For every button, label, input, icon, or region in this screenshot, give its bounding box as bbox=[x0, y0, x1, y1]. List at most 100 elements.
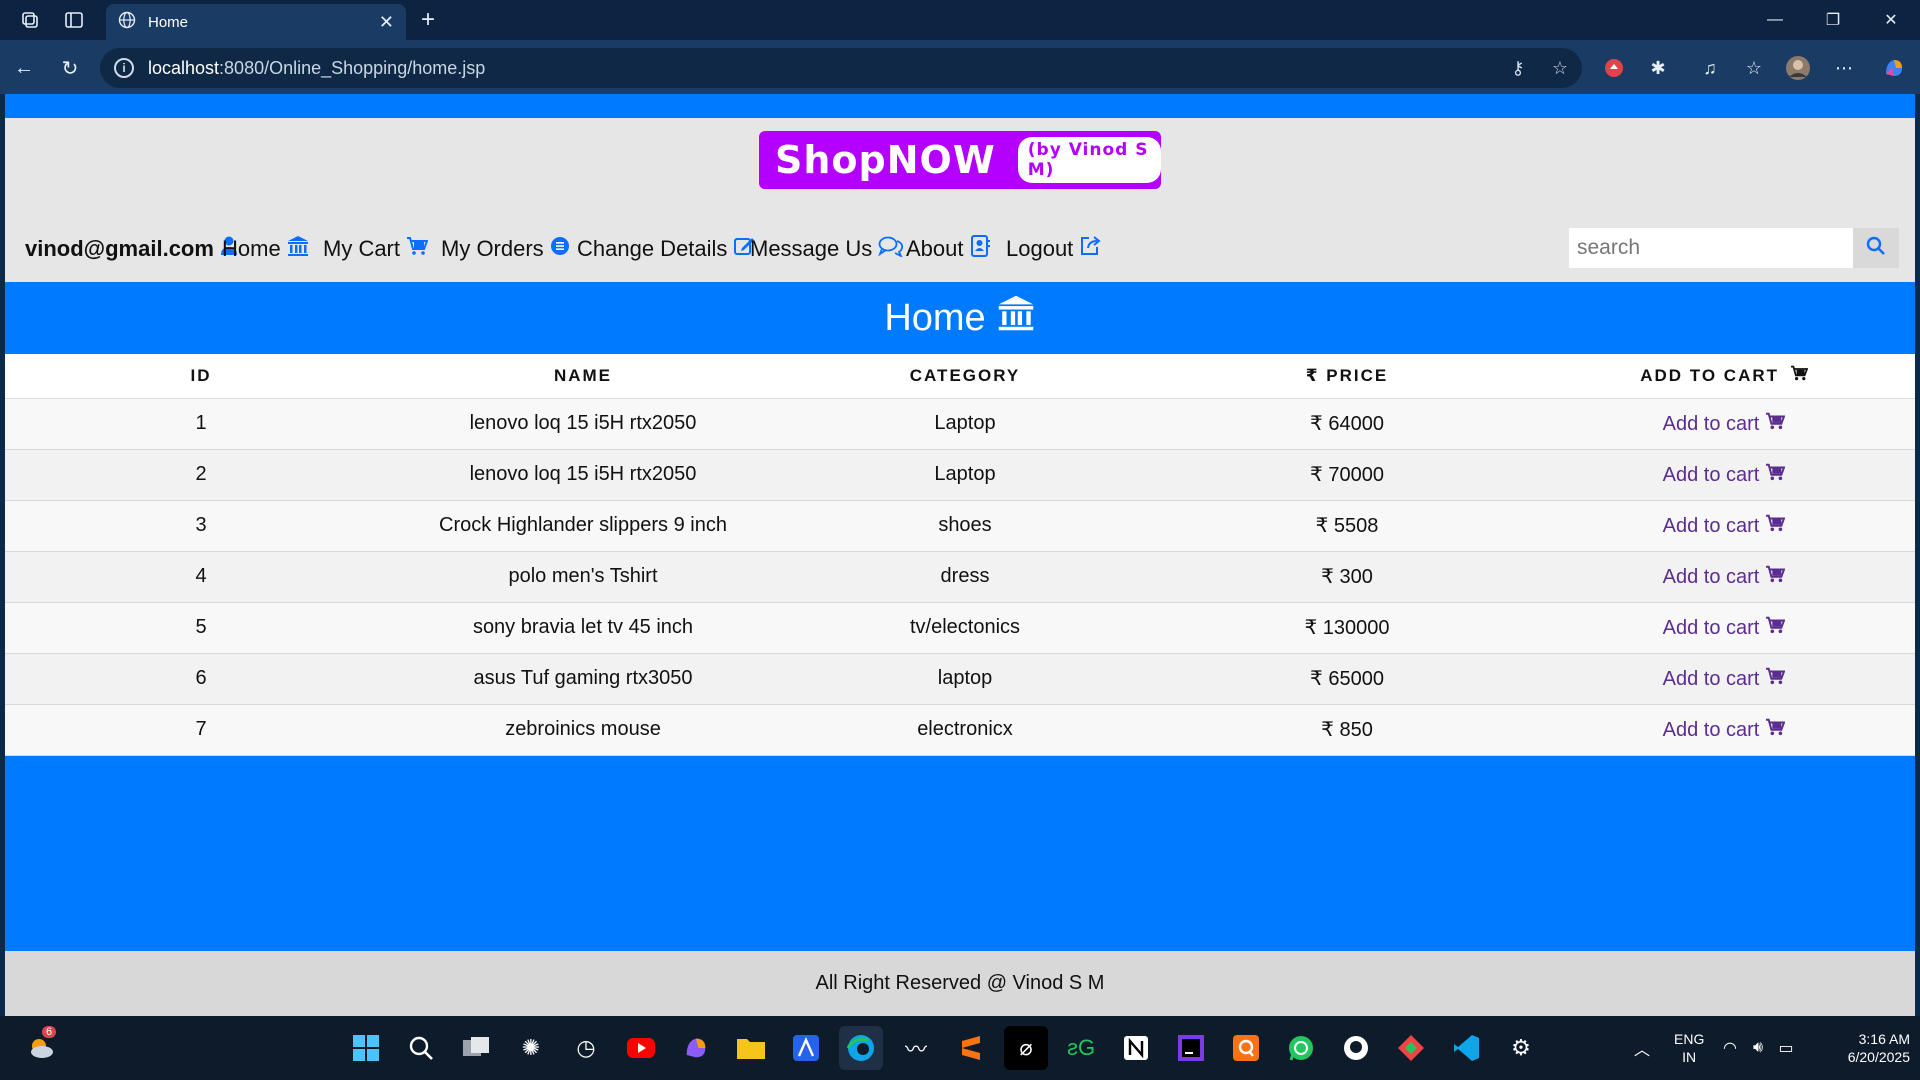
collections-icon[interactable]: ☆ bbox=[1736, 50, 1772, 86]
copilot-icon[interactable] bbox=[1876, 50, 1912, 86]
address-bar[interactable]: i localhost:8080/Online_Shopping/home.js… bbox=[100, 48, 1582, 88]
browser-tabbar: Home ✕ + — ❐ ✕ bbox=[0, 0, 1920, 40]
col-add-to-cart-header: ADD TO CART bbox=[1533, 354, 1915, 399]
cell-name: lenovo loq 15 i5H rtx2050 bbox=[397, 398, 769, 450]
search-button[interactable] bbox=[1853, 228, 1899, 268]
add-to-cart-button[interactable]: Add to cart bbox=[1662, 565, 1786, 588]
weather-icon[interactable]: 6 bbox=[20, 1026, 64, 1070]
nav-change-details[interactable]: Change Details bbox=[577, 235, 755, 263]
add-to-cart-label: Add to cart bbox=[1662, 565, 1760, 588]
col-id-header: ID bbox=[5, 354, 397, 399]
cursor-app-icon[interactable]: ⌀ bbox=[1004, 1026, 1048, 1070]
nav-home[interactable]: Home bbox=[222, 235, 309, 263]
git-app-icon[interactable] bbox=[1389, 1026, 1433, 1070]
copilot-app-icon[interactable] bbox=[674, 1026, 718, 1070]
youtube-icon[interactable] bbox=[619, 1026, 663, 1070]
favorite-star-icon[interactable]: ☆ bbox=[1542, 50, 1578, 86]
qbittorrent-icon[interactable] bbox=[1224, 1026, 1268, 1070]
more-menu-icon[interactable]: ⋯ bbox=[1826, 50, 1862, 86]
nav-about[interactable]: About bbox=[906, 235, 990, 263]
nav-user[interactable]: vinod@gmail.com bbox=[25, 236, 238, 262]
search-taskbar-icon[interactable] bbox=[399, 1026, 443, 1070]
start-icon[interactable] bbox=[344, 1026, 388, 1070]
settings-gear-icon[interactable]: ⚙ bbox=[1499, 1026, 1543, 1070]
add-to-cart-label: Add to cart bbox=[1662, 514, 1760, 537]
chevron-up-icon[interactable]: ︿ bbox=[1620, 1026, 1664, 1070]
media-icon[interactable]: ♫ bbox=[1692, 50, 1728, 86]
footer-text: All Right Reserved @ Vinod S M bbox=[815, 972, 1105, 994]
add-to-cart-label: Add to cart bbox=[1662, 412, 1760, 435]
brand-logo[interactable]: ShopNOW (by Vinod S M) bbox=[759, 131, 1161, 189]
minimize-icon[interactable]: — bbox=[1752, 0, 1798, 40]
clock[interactable]: 3:16 AM 6/20/2025 bbox=[1820, 1030, 1916, 1066]
add-to-cart-button[interactable]: Add to cart bbox=[1662, 412, 1786, 435]
nav-change-details-label: Change Details bbox=[577, 236, 728, 261]
extensions-icon[interactable]: ✱ bbox=[1640, 50, 1676, 86]
whatsapp-icon[interactable] bbox=[1279, 1026, 1323, 1070]
cell-add-to-cart: Add to cart bbox=[1533, 500, 1915, 552]
lang-line2: IN bbox=[1682, 1049, 1697, 1065]
nav-message-us[interactable]: Message Us bbox=[750, 235, 904, 263]
key-icon[interactable]: ⚷ bbox=[1500, 50, 1536, 86]
search-input[interactable] bbox=[1569, 228, 1853, 268]
nav-logout-label: Logout bbox=[1006, 236, 1074, 261]
app-icon-blue-a[interactable] bbox=[784, 1026, 828, 1070]
col-name-header: NAME bbox=[397, 354, 769, 399]
clock-app-icon[interactable]: ◷ bbox=[564, 1026, 608, 1070]
add-to-cart-button[interactable]: Add to cart bbox=[1662, 463, 1786, 486]
cell-price: ₹ 65000 bbox=[1161, 653, 1533, 705]
refresh-icon[interactable]: ↻ bbox=[52, 50, 88, 86]
github-icon[interactable] bbox=[1334, 1026, 1378, 1070]
battery-icon[interactable]: ▭ bbox=[1772, 1026, 1800, 1070]
add-to-cart-button[interactable]: Add to cart bbox=[1662, 616, 1786, 639]
search-bar bbox=[1569, 228, 1899, 268]
time: 3:16 AM bbox=[1858, 1031, 1910, 1047]
table-row: 3 Crock Highlander slippers 9 inch shoes ₹ … bbox=[5, 500, 1915, 552]
add-to-cart-button[interactable]: Add to cart bbox=[1662, 667, 1786, 690]
main-navbar: vinod@gmail.com Home My Cart My Orders C… bbox=[5, 228, 1915, 270]
add-to-cart-label: Add to cart bbox=[1662, 463, 1760, 486]
close-window-icon[interactable]: ✕ bbox=[1868, 0, 1914, 40]
nav-logout[interactable]: Logout bbox=[1006, 235, 1101, 263]
edge-icon[interactable] bbox=[839, 1026, 883, 1070]
sublime-icon[interactable] bbox=[949, 1026, 993, 1070]
nav-my-cart[interactable]: My Cart bbox=[323, 236, 429, 262]
new-tab-icon[interactable]: + bbox=[412, 4, 444, 36]
nav-my-orders[interactable]: My Orders bbox=[441, 236, 570, 262]
user-email: vinod@gmail.com bbox=[25, 236, 214, 261]
back-icon[interactable]: ← bbox=[6, 50, 42, 86]
add-to-cart-label: Add to cart bbox=[1662, 616, 1760, 639]
extension-red-icon[interactable] bbox=[1596, 50, 1632, 86]
add-to-cart-label: Add to cart bbox=[1662, 667, 1760, 690]
language-indicator[interactable]: ENG IN bbox=[1674, 1030, 1704, 1066]
notion-icon[interactable] bbox=[1114, 1026, 1158, 1070]
geeksforgeeks-icon[interactable]: ƨG bbox=[1059, 1026, 1103, 1070]
wave-app-icon[interactable]: 〰 bbox=[894, 1026, 938, 1070]
wifi-icon[interactable]: ◠ bbox=[1716, 1026, 1744, 1070]
date: 6/20/2025 bbox=[1847, 1049, 1910, 1065]
cart-icon bbox=[1765, 514, 1786, 537]
browser-tab-home[interactable]: Home ✕ bbox=[106, 4, 406, 40]
cart-icon bbox=[1765, 667, 1786, 690]
file-explorer-icon[interactable] bbox=[729, 1026, 773, 1070]
lang-line1: ENG bbox=[1674, 1031, 1705, 1047]
close-tab-icon[interactable]: ✕ bbox=[379, 12, 394, 33]
vscode-icon[interactable] bbox=[1444, 1026, 1488, 1070]
brand-name: ShopNOW bbox=[775, 138, 996, 182]
vertical-tabs-icon[interactable] bbox=[54, 0, 94, 40]
cell-category: tv/electonics bbox=[769, 602, 1161, 654]
task-view-icon[interactable] bbox=[454, 1026, 498, 1070]
cell-category: Laptop bbox=[769, 449, 1161, 501]
intellij-icon[interactable] bbox=[1169, 1026, 1213, 1070]
workspaces-icon[interactable] bbox=[10, 0, 50, 40]
site-header: ShopNOW (by Vinod S M) vinod@gmail.com H… bbox=[5, 118, 1915, 282]
profile-avatar-icon[interactable] bbox=[1780, 50, 1816, 86]
add-to-cart-button[interactable]: Add to cart bbox=[1663, 718, 1786, 741]
chatgpt-icon[interactable]: ✺ bbox=[509, 1026, 553, 1070]
add-to-cart-button[interactable]: Add to cart bbox=[1662, 514, 1786, 537]
cell-id: 2 bbox=[5, 449, 397, 501]
site-info-icon[interactable]: i bbox=[114, 58, 134, 78]
restore-icon[interactable]: ❐ bbox=[1810, 0, 1856, 40]
cart-icon bbox=[1765, 463, 1786, 486]
volume-icon[interactable]: 🔊︎ bbox=[1744, 1026, 1772, 1070]
